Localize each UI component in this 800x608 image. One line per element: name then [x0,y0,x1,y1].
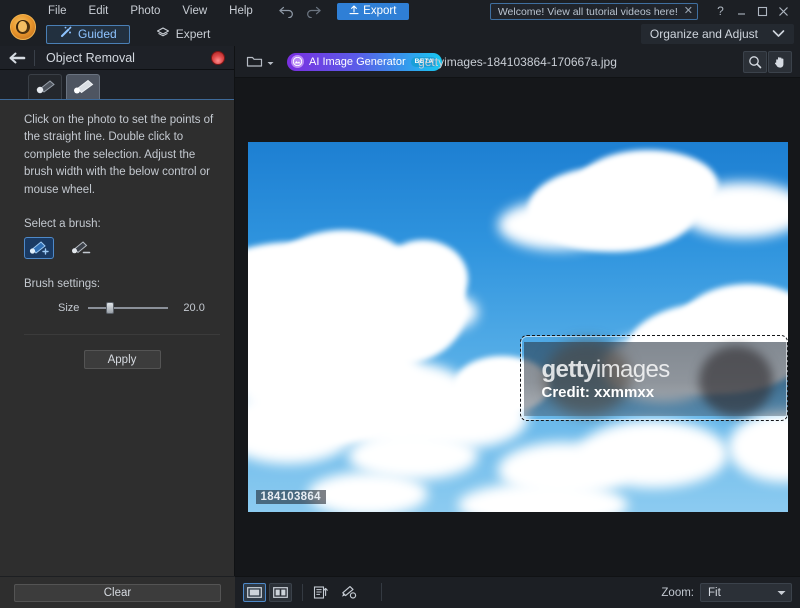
menu-help[interactable]: Help [227,3,255,19]
zoom-select[interactable]: Fit [700,583,792,602]
export-button[interactable]: Export [336,2,409,20]
ai-image-icon [291,55,304,68]
line-tool-tab[interactable] [66,74,100,99]
menu-bar: File Edit Photo View Help [46,3,255,19]
toolbar-divider-1 [302,584,303,601]
hand-icon[interactable] [768,50,792,73]
apply-button[interactable]: Apply [83,350,161,370]
panel-header: Object Removal [0,46,234,70]
upload-icon [349,4,359,18]
menu-view[interactable]: View [180,3,209,19]
left-panel: Object Removal Click on the photo to set… [0,46,235,608]
red-close-icon[interactable] [211,51,225,65]
chevron-down-icon [772,27,785,41]
subtract-brush-option[interactable] [66,237,96,259]
split-view-icon[interactable] [269,583,292,602]
zoom-value: Fit [708,586,721,599]
canvas-toolbar-bottom: Zoom: Fit [235,576,800,608]
app-logo[interactable] [10,14,36,40]
toolbar-divider-2 [381,583,382,601]
tool-options-icon[interactable] [337,583,359,602]
photo-id-badge: 184103864 [255,490,326,504]
size-slider-row: Size 20.0 [58,302,220,315]
size-slider-handle[interactable] [106,302,115,315]
image-viewport[interactable]: gettyimages Credit: xxmmxx 184103864 [235,78,800,576]
panel-title: Object Removal [46,50,135,65]
help-button[interactable]: ? [710,0,731,22]
clear-row: Clear [0,576,235,608]
reset-panels-icon[interactable] [310,583,332,602]
maximize-button[interactable] [752,0,773,22]
mode-tab-expert[interactable]: Expert [144,25,223,44]
caret-down-icon [267,55,274,69]
folder-icon[interactable] [243,52,277,71]
add-brush-option[interactable] [24,237,54,260]
mode-tab-guided[interactable]: Guided [46,24,130,44]
instructions-text: Click on the photo to set the points of … [24,114,214,196]
undo-arrow-icon[interactable] [279,4,295,18]
apply-row: Apply [24,335,220,370]
canvas-tools [743,50,792,73]
single-view-icon[interactable] [243,583,266,602]
organize-label: Organize and Adjust [649,27,758,41]
window-controls: ? [710,0,794,22]
magic-wand-icon [59,26,72,42]
caret-down-icon [777,587,786,599]
redo-arrow-icon[interactable] [305,4,321,18]
mode-tab-expert-label: Expert [175,27,211,41]
clear-button[interactable]: Clear [14,583,221,602]
close-icon[interactable]: ✕ [684,6,693,17]
size-label: Size [58,302,80,315]
canvas-area: AI Image Generator BETA gettyimages-1841… [235,46,800,608]
panel-body: Click on the photo to set the points of … [0,100,234,370]
photo-canvas[interactable]: gettyimages Credit: xxmmxx 184103864 [247,142,788,512]
brush-tool-tab[interactable] [28,74,62,99]
header-divider [34,49,35,66]
layers-icon [156,26,170,42]
ai-button-label: AI Image Generator [309,55,406,68]
zoom-label: Zoom: [661,586,694,599]
brush-settings-label: Brush settings: [24,278,101,291]
mode-tab-guided-label: Guided [78,27,117,41]
beta-badge: BETA [410,56,438,67]
mode-bar: Guided Expert Organize and Adjust [0,22,800,46]
brush-section-label: Select a brush: [24,218,101,231]
undo-redo-group [279,4,321,18]
close-button[interactable] [773,0,794,22]
minimize-button[interactable] [731,0,752,22]
menu-edit[interactable]: Edit [87,3,111,19]
photo-editor-logo-icon [16,20,30,34]
photo-editor-window: File Edit Photo View Help Export Welcome… [0,0,800,608]
brush-options-row [24,237,220,260]
ai-image-generator-button[interactable]: AI Image Generator BETA [287,52,443,71]
organize-and-adjust-dropdown[interactable]: Organize and Adjust [640,24,794,44]
size-slider[interactable] [88,302,169,315]
title-bar: File Edit Photo View Help Export Welcome… [0,0,800,22]
back-arrow-icon[interactable] [0,52,34,64]
menu-file[interactable]: File [46,3,69,19]
magnifier-icon[interactable] [743,50,767,73]
welcome-text: Welcome! View all tutorial videos here! [497,5,678,18]
welcome-notification[interactable]: Welcome! View all tutorial videos here! … [489,3,698,20]
size-value: 20.0 [183,302,205,315]
zoom-control: Zoom: Fit [661,583,792,602]
export-label: Export [363,5,397,17]
dashed-selection-region[interactable] [519,335,788,421]
tool-tab-strip [0,70,234,100]
canvas-toolbar-top: AI Image Generator BETA gettyimages-1841… [235,46,800,78]
menu-photo[interactable]: Photo [128,3,162,19]
